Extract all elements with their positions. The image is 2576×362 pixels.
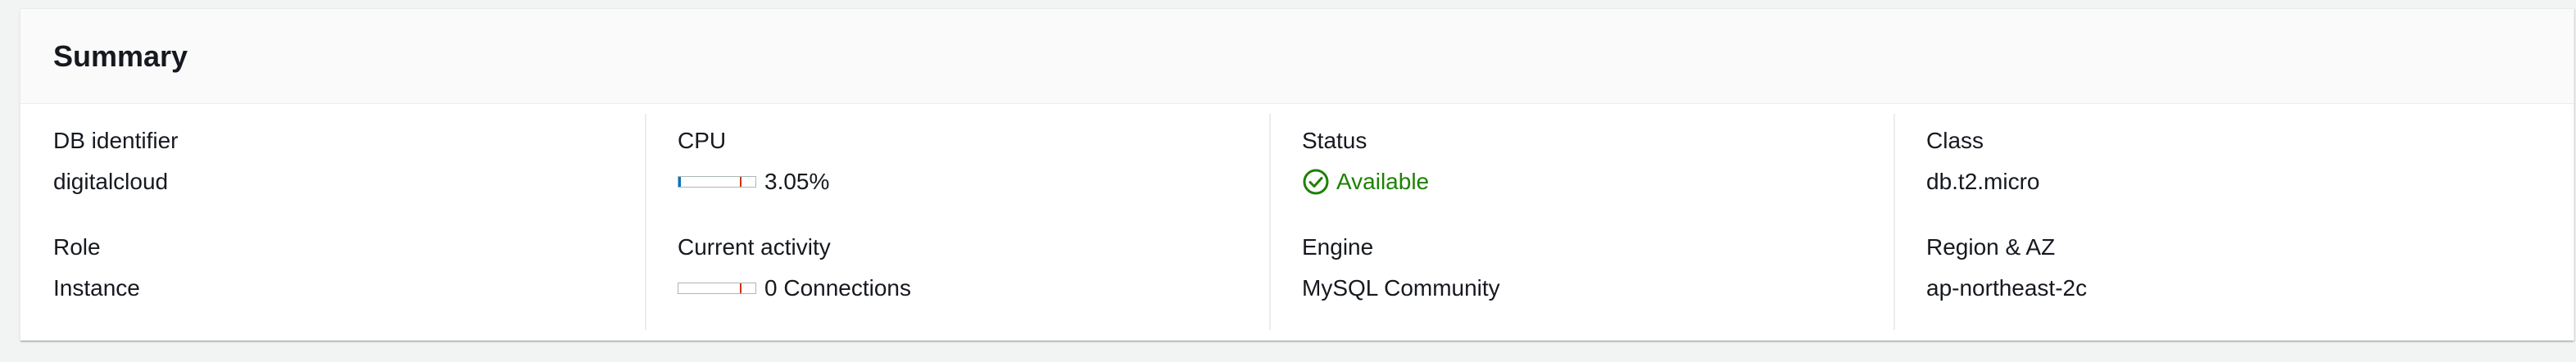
status-label: Status xyxy=(1302,128,1367,153)
region-az-value: ap-northeast-2c xyxy=(1926,275,2088,301)
summary-column-2: CPU 3.05% Current activity 0 Connections xyxy=(645,104,1269,340)
summary-column-3: Status Available Engine MySQL Community xyxy=(1269,104,1893,340)
current-activity-value-row: 0 Connections xyxy=(678,274,1269,302)
current-activity-label: Current activity xyxy=(678,234,831,260)
status-value-row: Available xyxy=(1302,168,1893,196)
cpu-value-row: 3.05% xyxy=(678,168,1269,196)
status-value: Available xyxy=(1336,169,1430,194)
current-activity-field: Current activity 0 Connections xyxy=(678,233,1269,340)
summary-grid: DB identifier digitalcloud Role Instance… xyxy=(20,104,2574,340)
current-activity-value: 0 Connections xyxy=(764,275,912,301)
summary-column-4: Class db.t2.micro Region & AZ ap-northea… xyxy=(1893,104,2574,340)
summary-title: Summary xyxy=(53,38,188,73)
connections-threshold-marker xyxy=(740,283,742,293)
role-value: Instance xyxy=(53,275,140,301)
engine-field: Engine MySQL Community xyxy=(1302,233,1893,340)
cpu-field: CPU 3.05% xyxy=(678,127,1269,233)
engine-label: Engine xyxy=(1302,234,1374,260)
db-identifier-field: DB identifier digitalcloud xyxy=(53,127,645,233)
class-label: Class xyxy=(1926,128,1984,153)
summary-panel: Summary DB identifier digitalcloud Role … xyxy=(20,8,2574,341)
region-az-label: Region & AZ xyxy=(1926,234,2056,260)
engine-value: MySQL Community xyxy=(1302,275,1500,301)
status-field: Status Available xyxy=(1302,127,1893,233)
check-circle-icon xyxy=(1303,169,1329,195)
summary-header: Summary xyxy=(20,9,2574,104)
cpu-threshold-marker xyxy=(740,177,742,187)
role-field: Role Instance xyxy=(53,233,645,340)
connections-bar xyxy=(678,283,756,294)
class-value: db.t2.micro xyxy=(1926,169,2040,194)
db-identifier-value: digitalcloud xyxy=(53,169,169,194)
cpu-label: CPU xyxy=(678,128,727,153)
cpu-value: 3.05% xyxy=(764,169,830,194)
summary-column-1: DB identifier digitalcloud Role Instance xyxy=(20,104,645,340)
cpu-usage-bar xyxy=(678,176,756,188)
db-identifier-label: DB identifier xyxy=(53,128,179,153)
cpu-usage-fill xyxy=(678,177,681,187)
region-az-field: Region & AZ ap-northeast-2c xyxy=(1926,233,2574,340)
class-field: Class db.t2.micro xyxy=(1926,127,2574,233)
role-label: Role xyxy=(53,234,101,260)
